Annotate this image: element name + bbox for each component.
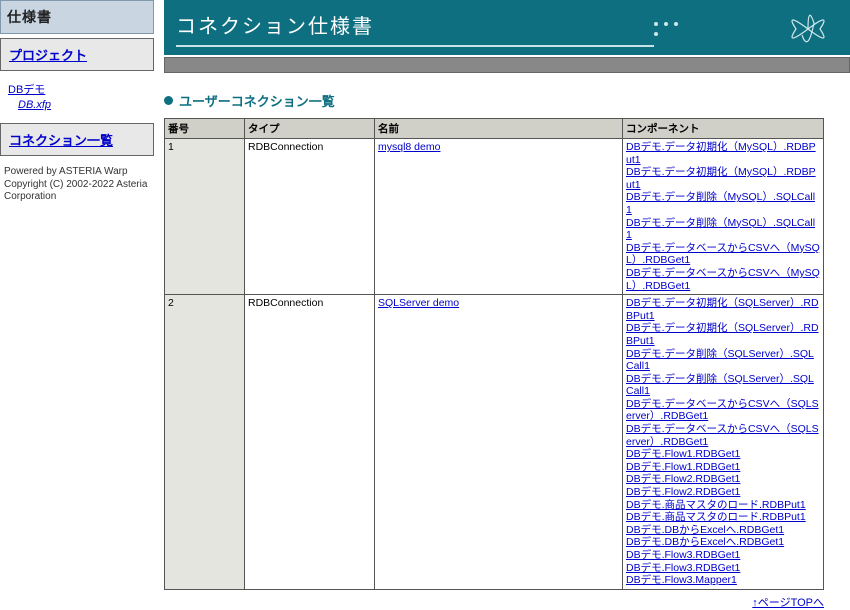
table-row: 2RDBConnectionSQLServer demo DBデモ.データ初期化（… xyxy=(165,295,824,590)
cell-components: DBデモ.データ初期化（SQLServer）.RDBPut1DBデモ.データ初期… xyxy=(623,295,824,590)
sidebar-title: 仕様書 xyxy=(0,0,154,34)
sidebar-sub: DBデモ DB.xfp xyxy=(0,75,154,119)
logo-icon xyxy=(778,11,838,47)
component-link[interactable]: DBデモ.Flow3.Mapper1 xyxy=(626,574,820,587)
main: コネクション仕様書 ユーザーコネクション一覧 xyxy=(154,0,850,610)
cell-type: RDBConnection xyxy=(245,295,375,590)
connection-link[interactable]: SQLServer demo xyxy=(378,297,619,310)
component-link[interactable]: DBデモ.データ初期化（MySQL）.RDBPut1 xyxy=(626,166,820,191)
sidebar-project[interactable]: プロジェクト xyxy=(0,38,154,71)
bullet-icon xyxy=(164,96,173,105)
component-link[interactable]: DBデモ.商品マスタのロード.RDBPut1 xyxy=(626,499,820,512)
sidebar-footer: Powered by ASTERIA Warp Copyright (C) 20… xyxy=(0,160,154,210)
component-link[interactable]: DBデモ.データ初期化（MySQL）.RDBPut1 xyxy=(626,141,820,166)
cell-type: RDBConnection xyxy=(245,139,375,295)
cell-no: 1 xyxy=(165,139,245,295)
sidebar-project-link[interactable]: プロジェクト xyxy=(9,48,87,63)
component-link[interactable]: DBデモ.データ削除（SQLServer）.SQLCall1 xyxy=(626,348,820,373)
col-type: タイプ xyxy=(245,119,375,139)
cell-name: mysql8 demo xyxy=(375,139,623,295)
sidebar-footer-line1: Powered by ASTERIA Warp xyxy=(4,166,150,179)
sidebar-dbdemo-link[interactable]: DBデモ xyxy=(8,81,146,97)
sidebar-xfp-link[interactable]: DB.xfp xyxy=(8,99,146,111)
col-no: 番号 xyxy=(165,119,245,139)
cell-components: DBデモ.データ初期化（MySQL）.RDBPut1DBデモ.データ初期化（My… xyxy=(623,139,824,295)
component-link[interactable]: DBデモ.商品マスタのロード.RDBPut1 xyxy=(626,511,820,524)
component-link[interactable]: DBデモ.DBからExcelへ.RDBGet1 xyxy=(626,536,820,549)
connection-table: 番号 タイプ 名前 コンポーネント 1RDBConnectionmysql8 d… xyxy=(164,118,824,590)
sidebar: 仕様書 プロジェクト DBデモ DB.xfp コネクション一覧 Powered … xyxy=(0,0,154,210)
cell-name: SQLServer demo xyxy=(375,295,623,590)
sidebar-connlist[interactable]: コネクション一覧 xyxy=(0,123,154,156)
col-name: 名前 xyxy=(375,119,623,139)
component-link[interactable]: DBデモ.Flow2.RDBGet1 xyxy=(626,486,820,499)
component-link[interactable]: DBデモ.データ削除（SQLServer）.SQLCall1 xyxy=(626,373,820,398)
component-link[interactable]: DBデモ.データベースからCSVへ（SQLServer）.RDBGet1 xyxy=(626,398,820,423)
sidebar-footer-line2: Copyright (C) 2002-2022 Asteria Corporat… xyxy=(4,179,150,204)
component-link[interactable]: DBデモ.データベースからCSVへ（MySQL）.RDBGet1 xyxy=(626,242,820,267)
component-link[interactable]: DBデモ.データ削除（MySQL）.SQLCall1 xyxy=(626,191,820,216)
component-link[interactable]: DBデモ.データベースからCSVへ（MySQL）.RDBGet1 xyxy=(626,267,820,292)
section-heading-text: ユーザーコネクション一覧 xyxy=(179,91,335,110)
component-link[interactable]: DBデモ.データ初期化（SQLServer）.RDBPut1 xyxy=(626,322,820,347)
cell-no: 2 xyxy=(165,295,245,590)
sidebar-connlist-link[interactable]: コネクション一覧 xyxy=(9,133,113,148)
dots-icon xyxy=(654,22,678,36)
col-comp: コンポーネント xyxy=(623,119,824,139)
component-link[interactable]: DBデモ.Flow3.RDBGet1 xyxy=(626,562,820,575)
component-link[interactable]: DBデモ.データ削除（MySQL）.SQLCall1 xyxy=(626,217,820,242)
component-link[interactable]: DBデモ.Flow3.RDBGet1 xyxy=(626,549,820,562)
section-heading: ユーザーコネクション一覧 xyxy=(164,91,850,110)
component-link[interactable]: DBデモ.DBからExcelへ.RDBGet1 xyxy=(626,524,820,537)
component-link[interactable]: DBデモ.Flow1.RDBGet1 xyxy=(626,461,820,474)
component-link[interactable]: DBデモ.データ初期化（SQLServer）.RDBPut1 xyxy=(626,297,820,322)
page-banner: コネクション仕様書 xyxy=(164,0,850,55)
component-link[interactable]: DBデモ.Flow2.RDBGet1 xyxy=(626,473,820,486)
table-row: 1RDBConnectionmysql8 demo DBデモ.データ初期化（MyS… xyxy=(165,139,824,295)
page-title: コネクション仕様書 xyxy=(176,10,654,39)
component-link[interactable]: DBデモ.データベースからCSVへ（SQLServer）.RDBGet1 xyxy=(626,423,820,448)
connection-link[interactable]: mysql8 demo xyxy=(378,141,619,154)
sub-bar xyxy=(164,57,850,73)
component-link[interactable]: DBデモ.Flow1.RDBGet1 xyxy=(626,448,820,461)
back-to-top-link[interactable]: ↑ページTOPへ xyxy=(752,597,824,609)
